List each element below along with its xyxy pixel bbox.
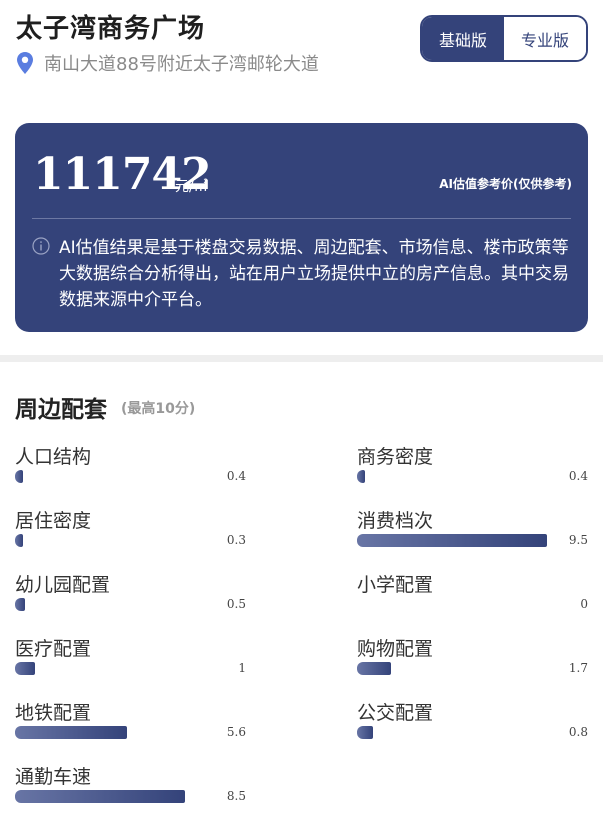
amenity-metric-value: 0.8 [568, 725, 588, 739]
amenity-metric-label: 幼儿园配置 [15, 574, 111, 596]
location-pin-icon [17, 52, 33, 74]
amenity-metric-item: 商务密度 0.4 [357, 442, 588, 502]
amenities-title: 周边配套 [15, 397, 107, 423]
amenity-metric-value: 0.3 [226, 533, 246, 547]
amenity-metric-item: 人口结构 0.4 [15, 442, 246, 502]
amenity-metric-value: 0.4 [226, 469, 246, 483]
amenity-metric-bar [357, 470, 365, 483]
amenity-metric-item: 小学配置 0 [357, 570, 588, 630]
valuation-disclaimer: AI估值结果是基于楼盘交易数据、周边配套、市场信息、楼市政策等大数据综合分析得出… [59, 238, 569, 310]
amenity-metric-label: 通勤车速 [15, 766, 92, 788]
amenity-metric-item: 购物配置 1.7 [357, 634, 588, 694]
price-note: AI估值参考价(仅供参考) [439, 177, 572, 191]
pro-version-button[interactable]: 专业版 [504, 17, 586, 60]
amenity-metric-item: 消费档次 9.5 [357, 506, 588, 566]
amenity-metric-item: 通勤车速 8.5 [15, 762, 246, 820]
amenity-metric-bar [15, 662, 35, 675]
amenity-metric-bar [15, 726, 127, 739]
amenity-metric-value: 5.6 [226, 725, 246, 739]
amenity-metric-label: 消费档次 [357, 510, 434, 532]
amenity-metric-item: 公交配置 0.8 [357, 698, 588, 758]
amenity-metric-bar [357, 662, 391, 675]
amenity-metric-value: 1.7 [568, 661, 588, 675]
price-unit: 元/㎡ [175, 179, 208, 195]
amenity-metric-bar [357, 534, 547, 547]
building-title: 太子湾商务广场 [16, 14, 206, 44]
amenity-metric-item: 幼儿园配置 0.5 [15, 570, 246, 630]
amenities-subtitle: (最高10分) [121, 401, 196, 417]
price-card: 111742 元/㎡ AI估值参考价(仅供参考) AI估值结果是基于楼盘交易数据… [15, 123, 588, 332]
amenity-metric-bar [15, 534, 23, 547]
amenity-metric-bar [15, 790, 185, 803]
address-row: 南山大道88号附近太子湾邮轮大道 [16, 50, 319, 76]
amenity-metric-bar [357, 726, 373, 739]
amenity-metric-value: 8.5 [226, 789, 246, 803]
amenity-metric-item: 医疗配置 1 [15, 634, 246, 694]
amenity-metric-label: 商务密度 [357, 446, 434, 468]
amenity-metric-item: 居住密度 0.3 [15, 506, 246, 566]
card-divider [32, 218, 571, 219]
amenity-metric-label: 公交配置 [357, 702, 434, 724]
amenity-metric-label: 小学配置 [357, 574, 434, 596]
amenity-metric-value: 0 [580, 597, 588, 611]
amenity-metric-label: 人口结构 [15, 446, 92, 468]
amenity-metric-value: 0.5 [226, 597, 246, 611]
section-divider [0, 355, 603, 362]
version-toggle: 基础版 专业版 [420, 15, 588, 62]
amenity-metric-value: 1 [238, 661, 246, 675]
amenity-metric-item: 地铁配置 5.6 [15, 698, 246, 758]
amenity-metric-value: 0.4 [568, 469, 588, 483]
amenity-metric-bar [15, 598, 25, 611]
amenity-metric-value: 9.5 [568, 533, 588, 547]
basic-version-button[interactable]: 基础版 [422, 17, 504, 60]
address-text: 南山大道88号附近太子湾邮轮大道 [44, 54, 319, 75]
amenity-metric-label: 地铁配置 [15, 702, 92, 724]
amenity-metric-bar [15, 470, 23, 483]
amenity-metric-label: 医疗配置 [15, 638, 92, 660]
amenity-metric-label: 居住密度 [15, 510, 92, 532]
info-icon [32, 237, 50, 255]
amenity-metric-label: 购物配置 [357, 638, 434, 660]
